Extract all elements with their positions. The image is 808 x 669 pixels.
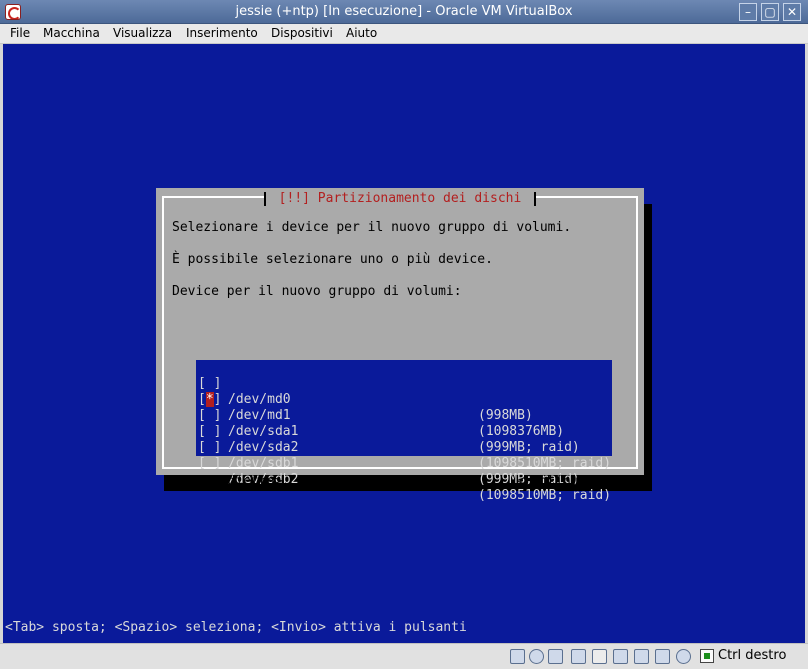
- menu-inserimento[interactable]: Inserimento: [186, 26, 258, 40]
- continue-button[interactable]: <Continua>: [516, 474, 594, 489]
- minimize-button[interactable]: –: [739, 3, 757, 21]
- maximize-button[interactable]: ▢: [761, 3, 779, 21]
- device-row-sda1[interactable]: [ ] /dev/sda1 (999MB; raid): [196, 392, 612, 455]
- menu-dispositivi[interactable]: Dispositivi: [271, 26, 333, 40]
- device-row-sdb1[interactable]: [ ] /dev/sdb1 (999MB; raid): [196, 424, 612, 487]
- window-title: jessie (+ntp) [In esecuzione] - Oracle V…: [235, 4, 573, 19]
- vm-statusbar: Ctrl destro: [0, 643, 808, 669]
- dialog-title: [!!] Partizionamento dei dischi: [264, 190, 536, 208]
- dialog-info: È possibile selezionare uno o più device…: [172, 252, 493, 267]
- menu-bar: File Macchina Visualizza Inserimento Dis…: [0, 24, 808, 44]
- display-icon[interactable]: [613, 649, 628, 664]
- device-list-label: Device per il nuovo gruppo di volumi:: [172, 284, 462, 299]
- shared-folders-icon[interactable]: [592, 649, 607, 664]
- optical-drive-icon[interactable]: [529, 649, 544, 664]
- mouse-integration-icon[interactable]: [676, 649, 691, 664]
- menu-macchina[interactable]: Macchina: [43, 26, 100, 40]
- network-icon[interactable]: [634, 649, 649, 664]
- device-checkbox[interactable]: [ ]: [198, 456, 221, 472]
- host-key-label: Ctrl destro: [718, 648, 787, 663]
- device-row-md0[interactable]: [ ] /dev/md0 (998MB): [196, 360, 612, 423]
- menu-file[interactable]: File: [10, 26, 30, 40]
- device-size: (1098510MB; raid): [478, 488, 612, 503]
- device-row-sda2[interactable]: [ ] /dev/sda2 (1098510MB; raid): [196, 408, 612, 471]
- partitioning-dialog: [!!] Partizionamento dei dischi Selezion…: [156, 188, 644, 503]
- device-size: (1098510MB; raid): [478, 456, 612, 471]
- device-row-sdb2[interactable]: [ ] /dev/sdb2 (1098510MB; raid): [196, 440, 612, 503]
- console-help-line: <Tab> sposta; <Spazio> seleziona; <Invio…: [5, 620, 467, 635]
- device-row-md1[interactable]: [*] /dev/md1 (1098376MB): [196, 376, 612, 439]
- hard-disk-icon[interactable]: [510, 649, 525, 664]
- window-titlebar[interactable]: jessie (+ntp) [In esecuzione] - Oracle V…: [0, 0, 808, 24]
- usb-icon[interactable]: [571, 649, 586, 664]
- menu-visualizza[interactable]: Visualizza: [113, 26, 172, 40]
- dialog-prompt: Selezionare i device per il nuovo gruppo…: [172, 220, 572, 235]
- vm-display[interactable]: [!!] Partizionamento dei dischi Selezion…: [3, 44, 805, 643]
- device-listbox[interactable]: [ ] /dev/md0 (998MB) [*] /dev/md1 (10983…: [196, 360, 612, 503]
- cpu-icon[interactable]: [700, 649, 714, 663]
- menu-aiuto[interactable]: Aiuto: [346, 26, 377, 40]
- audio-icon[interactable]: [548, 649, 563, 664]
- video-capture-icon[interactable]: [655, 649, 670, 664]
- close-button[interactable]: ✕: [783, 3, 801, 21]
- back-button[interactable]: <Indietro>: [204, 474, 282, 489]
